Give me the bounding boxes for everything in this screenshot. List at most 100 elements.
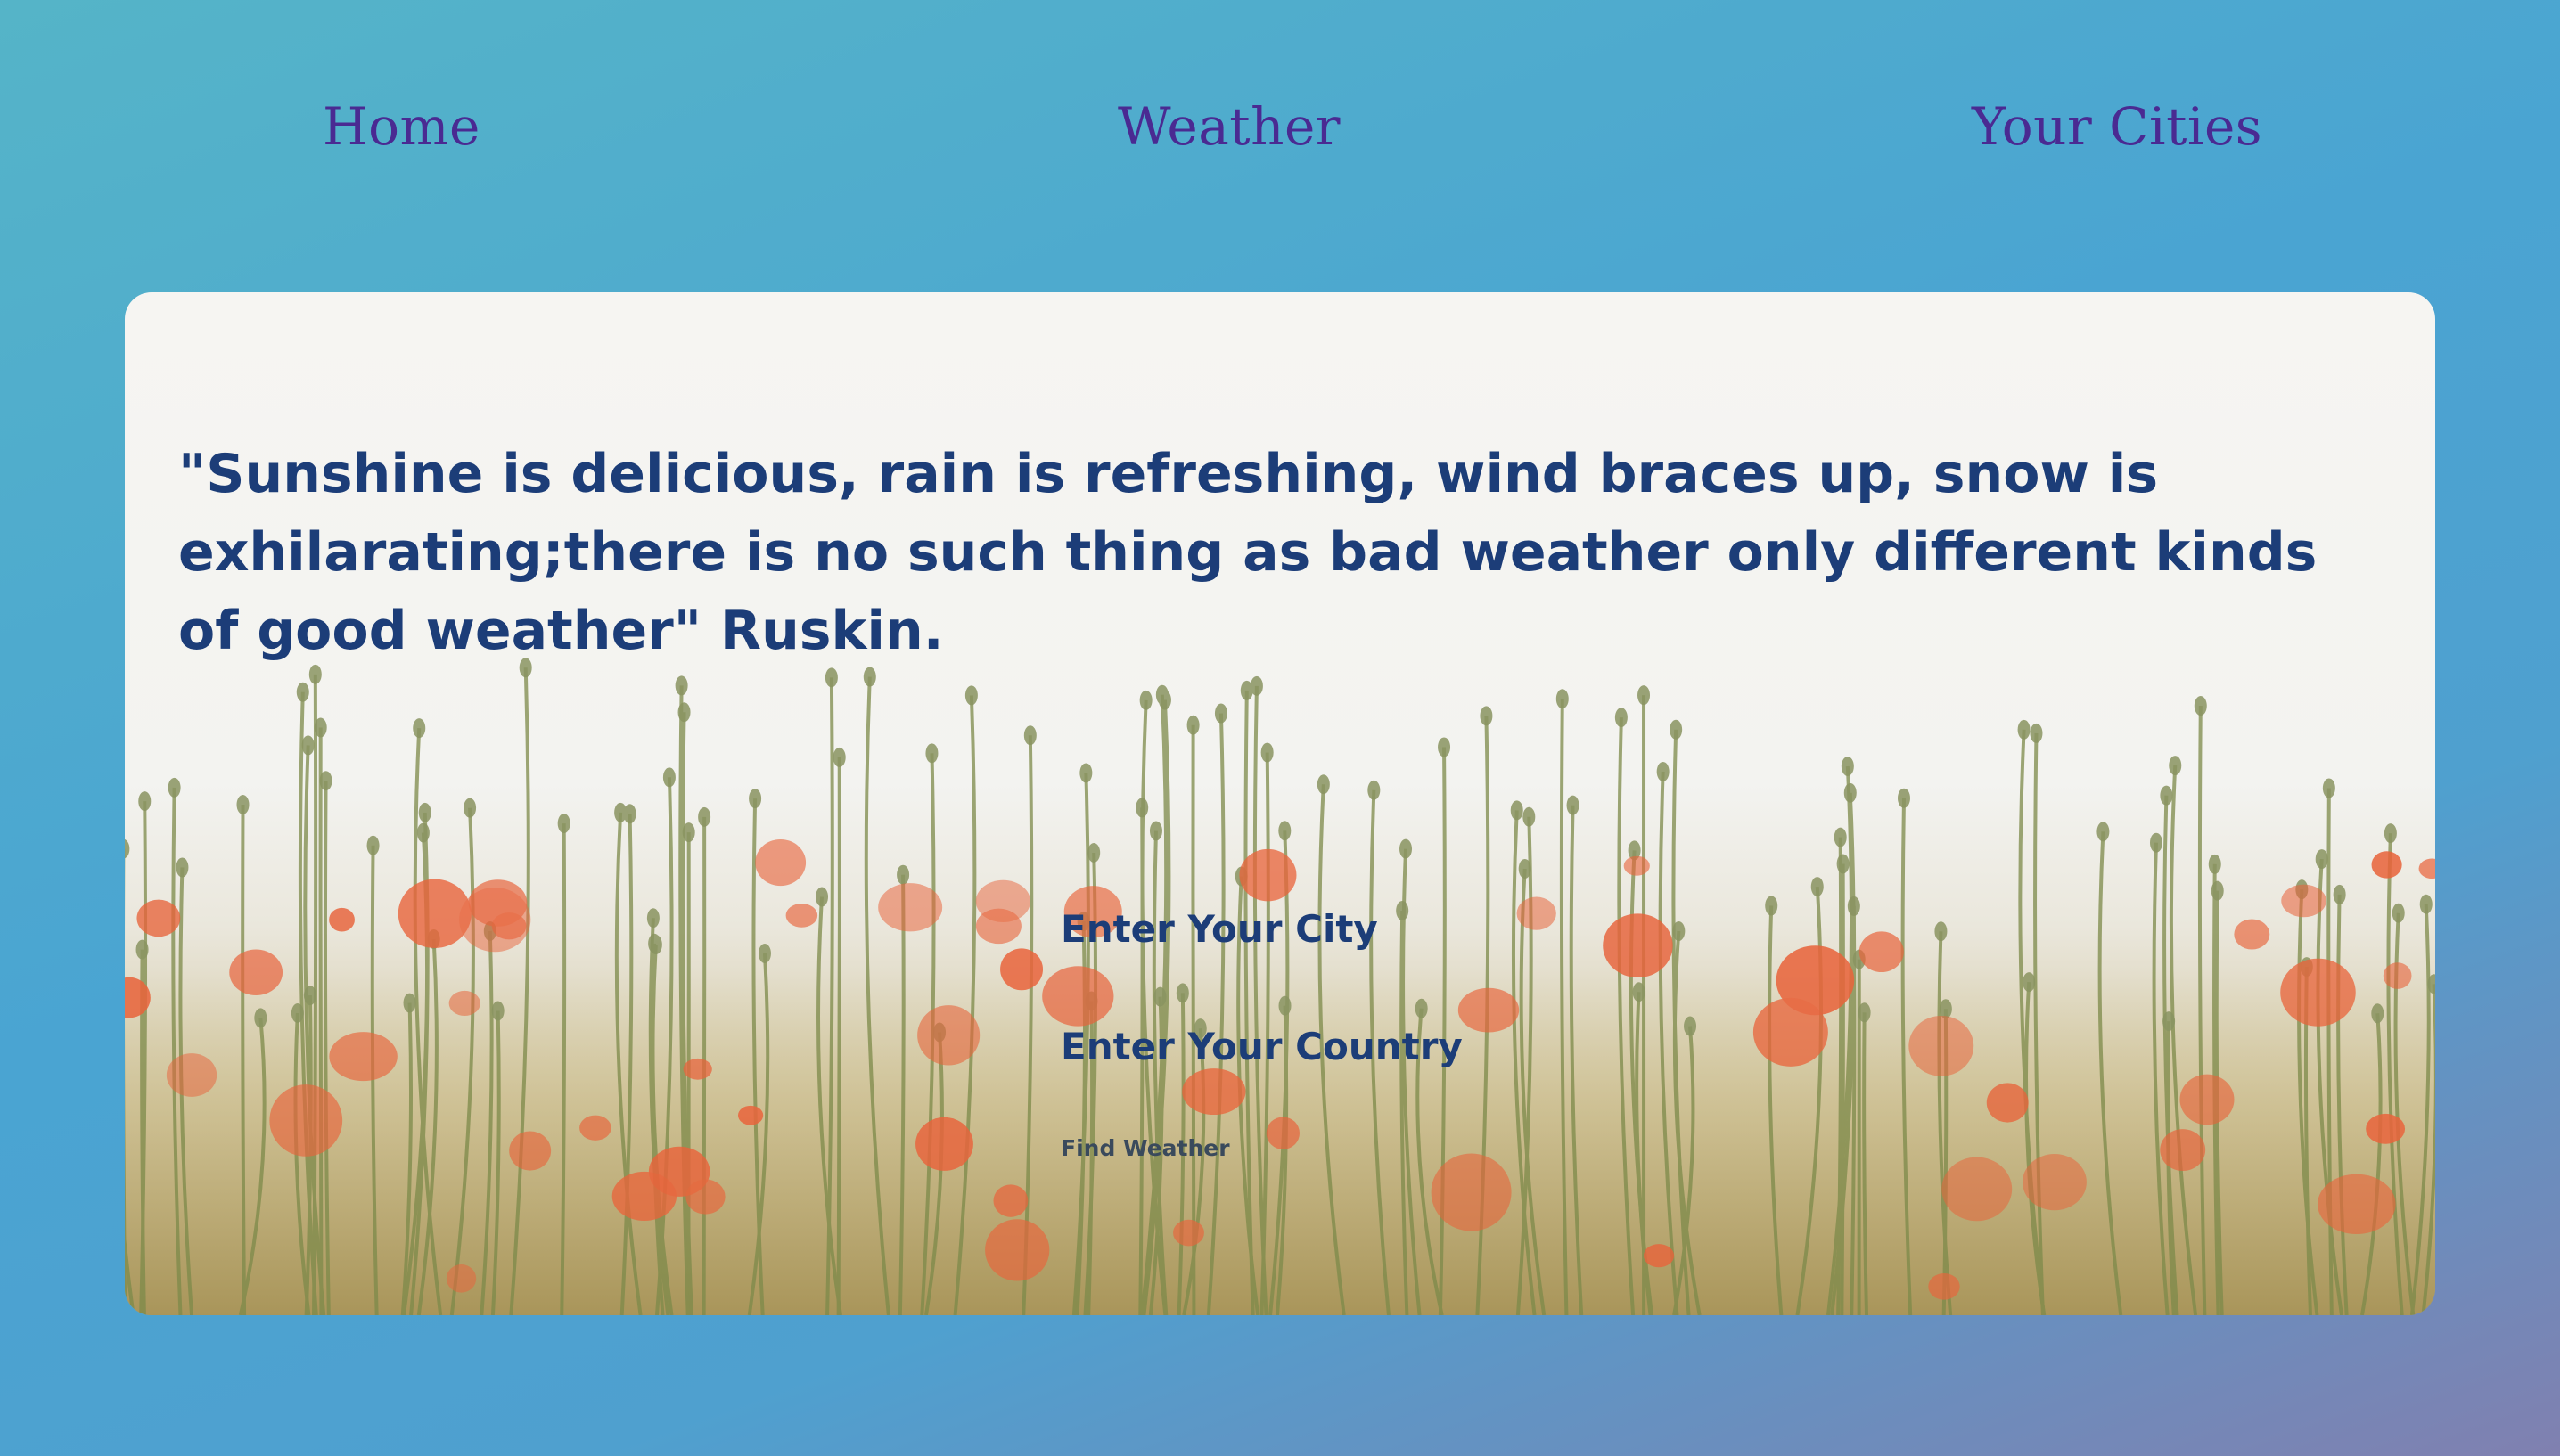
poppy-bud [138,791,152,812]
poppy-flower [1000,948,1044,991]
poppy-bud [1079,763,1093,783]
poppy-bud [1396,900,1409,920]
poppy-flower [1173,1219,1204,1247]
poppy-flower [2281,884,2326,918]
nav-home-link[interactable]: Home [323,96,480,157]
poppy-flower [1908,1015,1974,1076]
poppy-flower [1858,931,1904,973]
poppy-bud [1632,982,1645,1002]
poppy-bud [413,718,426,739]
poppy-bud [1684,1016,1697,1036]
top-nav: Home Weather Your Cities [0,0,2560,267]
poppy-flower [993,1184,1029,1217]
poppy-bud [1438,737,1451,757]
poppy-bud [1153,986,1167,1007]
poppy-flower [755,838,807,887]
poppy-bud [1670,719,1683,740]
find-weather-button[interactable]: Find Weather [1061,1135,1230,1161]
poppy-bud [1522,806,1536,827]
poppy-flower [2280,958,2356,1027]
poppy-bud [1765,896,1778,916]
poppy-bud [1155,684,1169,705]
poppy-flower [648,1146,710,1197]
poppy-bud [557,814,570,834]
poppy-bud [2096,822,2110,842]
poppy-bud [1186,715,1200,735]
poppy-flower [1986,1083,2029,1123]
nav-your-cities-link[interactable]: Your Cities [1972,96,2262,157]
poppy-bud [1566,795,1579,815]
flower-stem [836,757,841,1315]
poppy-bud [1637,685,1651,706]
poppy-bud [314,717,327,738]
flower-stem [241,804,247,1315]
poppy-flower [166,1053,217,1097]
poppy-bud [125,838,130,859]
poppy-bud [925,743,939,764]
poppy-bud [1836,854,1850,874]
poppy-flower [329,1032,398,1082]
poppy-bud [614,802,628,822]
poppy-bud [1136,798,1149,818]
hero-card: "Sunshine is delicious, rain is refreshi… [125,292,2435,1315]
poppy-bud [758,943,771,963]
poppy-bud [675,675,688,696]
poppy-bud [1656,761,1670,781]
poppy-flower [1623,855,1650,876]
poppy-flower [2383,962,2412,989]
poppy-bud [2211,880,2224,901]
poppy-flower [2234,919,2270,950]
city-field[interactable]: Enter Your City [1061,907,1378,951]
poppy-flower [136,899,181,937]
poppy-bud [1278,821,1292,841]
poppy-bud [418,802,431,822]
poppy-bud [1555,689,1569,709]
poppy-bud [319,771,332,791]
poppy-bud [2419,894,2433,914]
poppy-bud [366,835,380,855]
poppy-bud [135,939,149,960]
poppy-bud [491,1001,505,1021]
poppy-bud [1087,843,1101,863]
poppy-bud [1415,998,1428,1018]
poppy-bud [1317,774,1330,795]
poppy-flower [1042,966,1114,1027]
poppy-flower [1239,848,1297,902]
poppy-flower [2160,1129,2206,1172]
poppy-bud [236,794,250,814]
poppy-bud [662,767,676,788]
poppy-flower [1928,1272,1960,1300]
poppy-bud [1934,921,1948,942]
country-field[interactable]: Enter Your Country [1061,1025,1463,1068]
poppy-bud [301,735,315,756]
poppy-bud [698,806,711,827]
poppy-bud [1843,782,1857,803]
poppy-flower [446,1264,477,1293]
poppy-flower [2179,1074,2235,1125]
poppy-bud [2169,756,2182,776]
poppy-bud [254,1008,267,1028]
poppy-bud [1672,921,1686,942]
poppy-flower [1603,913,1673,978]
poppy-bud [749,789,762,809]
poppy-flower [1182,1068,1246,1116]
poppy-bud [825,667,838,688]
poppy-bud [2023,972,2036,993]
poppy-bud [897,864,910,885]
poppy-bud [1510,800,1523,821]
poppy-bud [2160,785,2173,806]
poppy-flower [448,990,480,1017]
poppy-bud [2162,1011,2176,1032]
poppy-flower [2366,1113,2406,1144]
nav-weather-link[interactable]: Weather [1118,96,1341,157]
poppy-flower [915,1117,973,1171]
poppy-bud [291,1003,304,1024]
poppy-bud [677,702,691,723]
poppy-bud [1858,1002,1871,1023]
poppy-flower [917,1005,981,1066]
poppy-bud [1240,680,1253,700]
poppy-bud [1939,999,1952,1019]
poppy-flower [1431,1153,1512,1231]
poppy-flower [329,907,355,932]
poppy-bud [176,857,189,878]
